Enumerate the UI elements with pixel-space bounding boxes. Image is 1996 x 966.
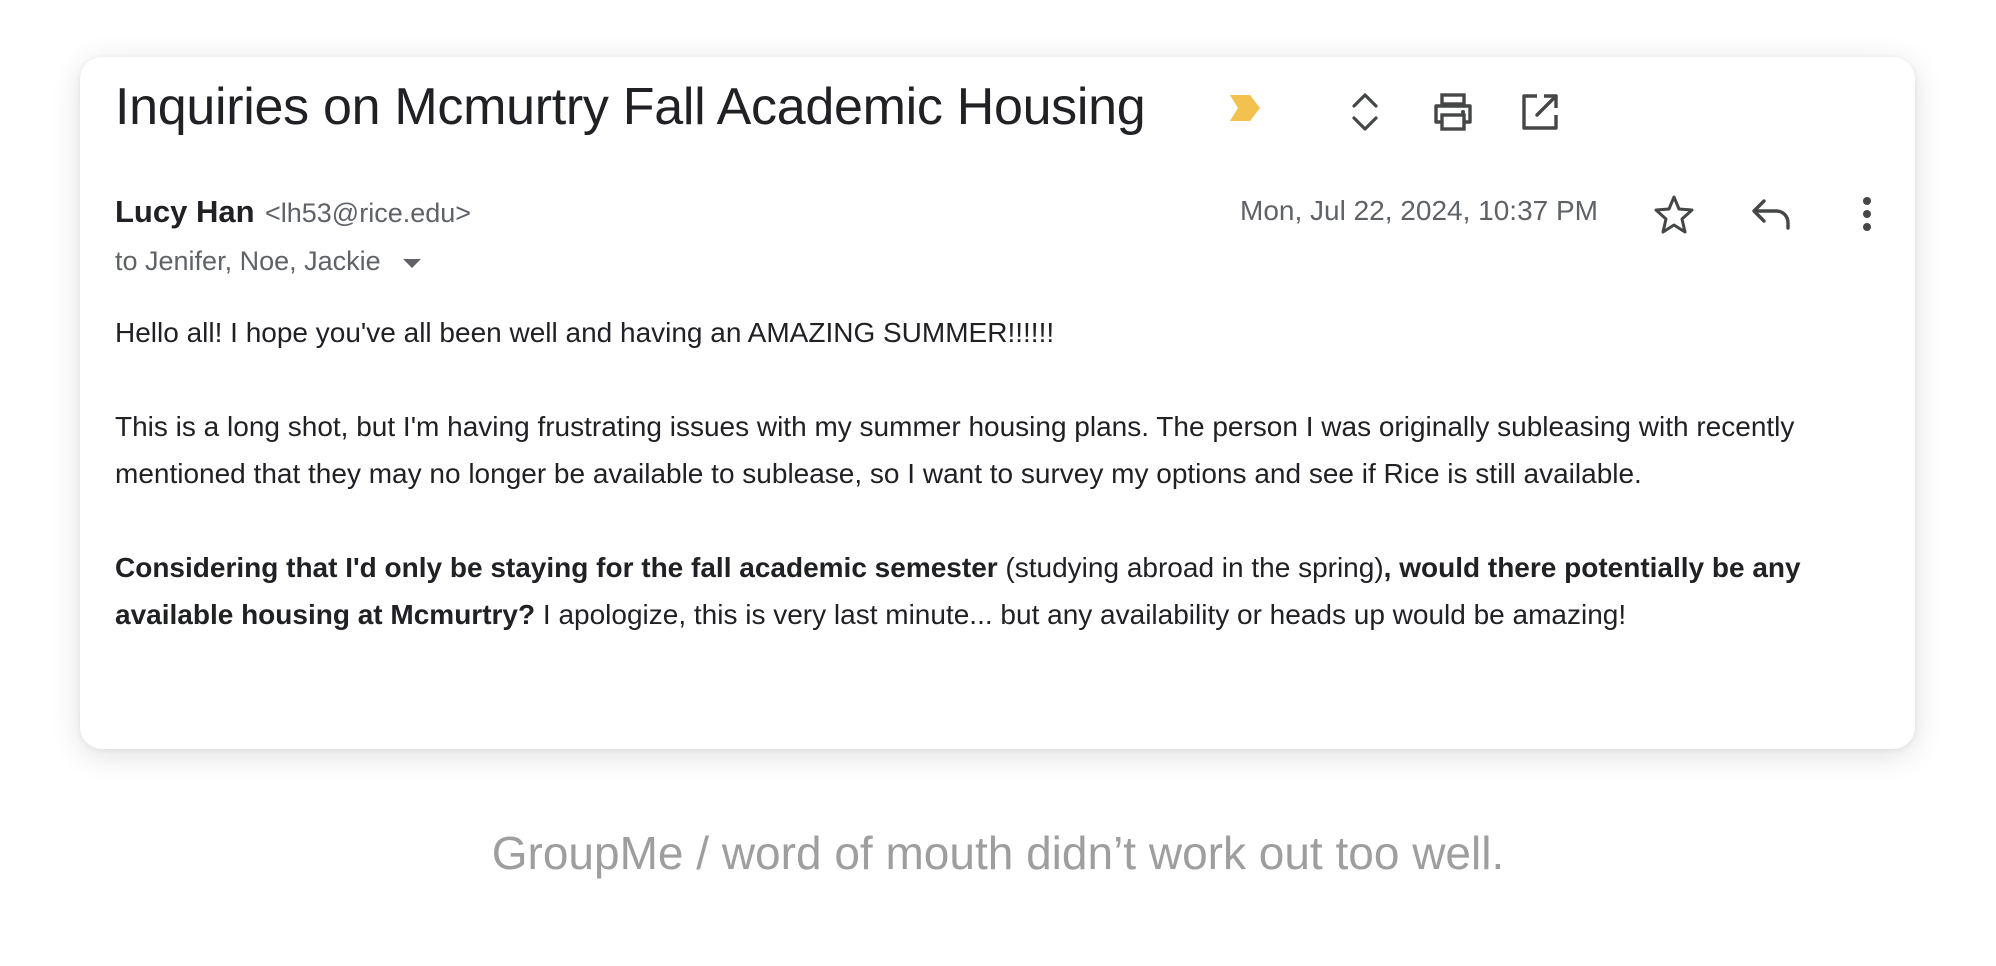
body-text: (studying abroad in the spring)	[997, 552, 1384, 583]
sender-name[interactable]: Lucy Han	[115, 194, 255, 229]
email-subject: Inquiries on Mcmurtry Fall Academic Hous…	[115, 78, 1146, 136]
more-vertical-icon[interactable]	[1840, 187, 1894, 241]
reply-icon[interactable]	[1744, 187, 1798, 241]
body-paragraph-context: This is a long shot, but I'm having frus…	[115, 411, 1795, 489]
recipients-toggle[interactable]: to Jenifer, Noe, Jackie	[115, 246, 421, 277]
open-in-new-icon[interactable]	[1513, 85, 1567, 139]
email-date: Mon, Jul 22, 2024, 10:37 PM	[1240, 195, 1598, 226]
email-card: Inquiries on Mcmurtry Fall Academic Hous…	[80, 57, 1915, 749]
body-text: I apologize, this is very last minute...…	[535, 599, 1627, 630]
important-marker-icon[interactable]	[1228, 93, 1262, 123]
body-bold-text: Considering that I'd only be staying for…	[115, 552, 998, 583]
body-paragraph-request: Considering that I'd only be staying for…	[115, 544, 1905, 638]
chevron-down-icon[interactable]	[402, 258, 421, 268]
body-paragraph-greeting: Hello all! I hope you've all been well a…	[115, 317, 1055, 348]
recipients-text: to Jenifer, Noe, Jackie	[115, 246, 381, 276]
email-body: Hello all! I hope you've all been well a…	[115, 309, 1905, 638]
sender-line: Lucy Han <lh53@rice.edu>	[115, 194, 471, 230]
print-icon[interactable]	[1426, 85, 1480, 139]
slide-caption: GroupMe / word of mouth didn’t work out …	[491, 827, 1505, 879]
star-icon[interactable]	[1647, 187, 1701, 241]
unfold-icon[interactable]	[1338, 85, 1392, 139]
sender-email: <lh53@rice.edu>	[264, 198, 472, 228]
